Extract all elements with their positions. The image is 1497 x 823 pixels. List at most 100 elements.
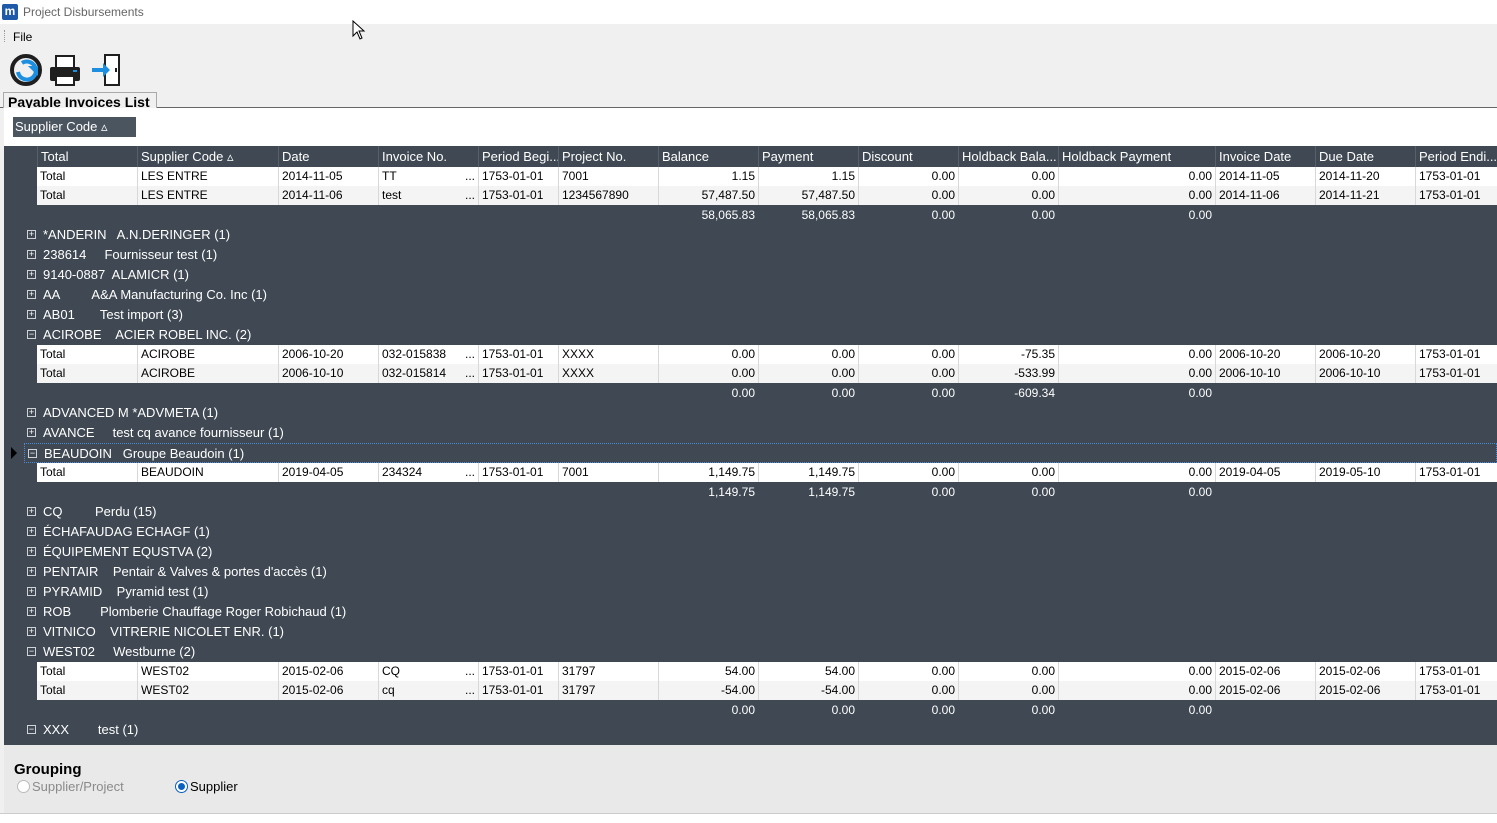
group-by-panel: Supplier Code ▵: [4, 108, 1497, 146]
expand-icon[interactable]: +: [27, 507, 36, 516]
group-by-supplier-code-chip[interactable]: Supplier Code ▵: [13, 117, 136, 137]
group-row[interactable]: + ADVANCED M *ADVMETA (1): [24, 403, 1497, 423]
cell-date: 2015-02-06: [278, 681, 378, 700]
expand-icon[interactable]: +: [27, 547, 36, 556]
column-header-discount[interactable]: Discount: [858, 146, 958, 167]
cell-due-date: 2015-02-06: [1315, 662, 1415, 681]
collapse-icon[interactable]: −: [27, 330, 36, 339]
collapse-icon[interactable]: −: [27, 725, 36, 734]
cell-payment: 0.00: [758, 364, 858, 383]
column-header-holdback-payment[interactable]: Holdback Payment: [1058, 146, 1215, 167]
column-header-invoice-date[interactable]: Invoice Date: [1215, 146, 1315, 167]
cell-holdback-payment: 0.00: [1058, 364, 1215, 383]
column-header-payment[interactable]: Payment: [758, 146, 858, 167]
group-row[interactable]: + PENTAIR Pentair & Valves & portes d'acc…: [24, 562, 1497, 582]
column-header-total[interactable]: Total: [37, 146, 137, 167]
cell-invoice-date: 2015-02-06: [1215, 681, 1315, 700]
group-row[interactable]: + PYRAMID Pyramid test (1): [24, 582, 1497, 602]
grouping-panel: Grouping Supplier/Project Supplier: [4, 745, 1497, 813]
invoice-lookup-button[interactable]: ...: [465, 364, 475, 383]
invoice-lookup-button[interactable]: ...: [465, 345, 475, 364]
group-row[interactable]: − WEST02 Westburne (2): [24, 642, 1497, 662]
table-row[interactable]: Total LES ENTRE 2014-11-06 test... 1753-01-0…: [37, 186, 1497, 205]
column-header-project-no[interactable]: Project No.: [558, 146, 658, 167]
group-row[interactable]: + VITNICO VITRERIE NICOLET ENR. (1): [24, 622, 1497, 642]
expand-icon[interactable]: +: [27, 250, 36, 259]
collapse-icon[interactable]: −: [28, 449, 37, 458]
column-header-holdback-bala[interactable]: Holdback Bala...: [958, 146, 1058, 167]
column-header-date[interactable]: Date: [278, 146, 378, 167]
group-row[interactable]: + *ANDERIN A.N.DERINGER (1): [24, 225, 1497, 245]
group-label: ADVANCED M *ADVMETA (1): [43, 405, 219, 420]
expand-icon[interactable]: +: [27, 428, 36, 437]
cell-discount: 0.00: [858, 463, 958, 482]
cell-period-begi: 1753-01-01: [478, 681, 558, 700]
radio-supplier-circle: [175, 780, 188, 793]
column-header-period-endi[interactable]: Period Endi...: [1415, 146, 1497, 167]
menu-file[interactable]: File: [13, 30, 32, 44]
refresh-button[interactable]: [8, 52, 46, 90]
group-row[interactable]: + ROB Plomberie Chauffage Roger Robichaud…: [24, 602, 1497, 622]
group-row[interactable]: − BEAUDOIN Groupe Beaudoin (1): [24, 443, 1497, 463]
expand-icon[interactable]: +: [27, 567, 36, 576]
sum-holdback-payment: 0.00: [1188, 386, 1212, 400]
group-row[interactable]: + AVANCE test cq avance fournisseur (1): [24, 423, 1497, 443]
column-header-period-begi[interactable]: Period Begi...: [478, 146, 558, 167]
cell-period-endi: 1753-01-01: [1415, 364, 1497, 383]
expand-icon[interactable]: +: [27, 310, 36, 319]
exit-button[interactable]: [89, 52, 127, 90]
radio-supplier-project-label: Supplier/Project: [32, 779, 124, 794]
column-header-due-date[interactable]: Due Date: [1315, 146, 1415, 167]
table-row[interactable]: Total LES ENTRE 2014-11-05 TT... 1753-01-01 7…: [37, 167, 1497, 186]
cell-total: Total: [40, 366, 66, 380]
group-label: *ANDERIN A.N.DERINGER (1): [43, 227, 231, 242]
column-header-supplier-code[interactable]: Supplier Code ▵: [137, 146, 278, 167]
group-row[interactable]: − XXX test (1): [24, 720, 1497, 740]
sum-discount: 0.00: [931, 703, 955, 717]
expand-icon[interactable]: +: [27, 527, 36, 536]
invoice-lookup-button[interactable]: ...: [465, 662, 475, 681]
expand-icon[interactable]: +: [27, 230, 36, 239]
cell-period-endi: 1753-01-01: [1415, 681, 1497, 700]
group-row[interactable]: + CQ Perdu (15): [24, 502, 1497, 522]
group-row[interactable]: − ACIROBE ACIER ROBEL INC. (2): [24, 325, 1497, 345]
group-row[interactable]: +9140-0887 ALAMICR (1): [24, 265, 1497, 285]
table-row[interactable]: Total ACIROBE 2006-10-20 032-015838... 1753-…: [37, 345, 1497, 364]
cell-due-date: 2014-11-21: [1315, 186, 1415, 205]
group-label: XXX test (1): [43, 722, 139, 737]
table-row[interactable]: Total WEST02 2015-02-06 CQ... 1753-01-01 3179…: [37, 662, 1497, 681]
invoice-lookup-button[interactable]: ...: [465, 186, 475, 205]
group-row[interactable]: + AB01 Test import (3): [24, 305, 1497, 325]
column-header-invoice-no[interactable]: Invoice No.: [378, 146, 478, 167]
expand-icon[interactable]: +: [27, 587, 36, 596]
cell-payment: -54.00: [758, 681, 858, 700]
expand-icon[interactable]: +: [27, 408, 36, 417]
group-row[interactable]: +238614 Fournisseur test (1): [24, 245, 1497, 265]
cell-project-no: 31797: [558, 681, 658, 700]
sum-discount: 0.00: [931, 386, 955, 400]
group-row[interactable]: + ÉQUIPEMENT EQUSTVA (2): [24, 542, 1497, 562]
table-row[interactable]: Total ACIROBE 2006-10-10 032-015814... 1753-…: [37, 364, 1497, 383]
print-button[interactable]: [47, 52, 85, 90]
group-row[interactable]: + AA A&A Manufacturing Co. Inc (1): [24, 285, 1497, 305]
expand-icon[interactable]: +: [27, 607, 36, 616]
cell-supplier-code: ACIROBE: [137, 345, 278, 364]
table-row[interactable]: Total BEAUDOIN 2019-04-05 234324... 1753-01-…: [37, 463, 1497, 482]
tab-payable-invoices-list[interactable]: Payable Invoices List: [3, 92, 157, 108]
expand-icon[interactable]: +: [27, 270, 36, 279]
group-row[interactable]: + ÉCHAFAUDAG ECHAGF (1): [24, 522, 1497, 542]
expand-icon[interactable]: +: [27, 627, 36, 636]
expand-icon[interactable]: +: [27, 290, 36, 299]
collapse-icon[interactable]: −: [27, 647, 36, 656]
table-row[interactable]: Total WEST02 2015-02-06 cq... 1753-01-01 3179…: [37, 681, 1497, 700]
cell-due-date: 2015-02-06: [1315, 681, 1415, 700]
cell-discount: 0.00: [858, 662, 958, 681]
sum-holdback-payment: 0.00: [1188, 208, 1212, 222]
column-header-balance[interactable]: Balance: [658, 146, 758, 167]
cell-period-endi: 1753-01-01: [1415, 186, 1497, 205]
invoice-lookup-button[interactable]: ...: [465, 681, 475, 700]
invoice-lookup-button[interactable]: ...: [465, 167, 475, 186]
cell-period-begi: 1753-01-01: [478, 463, 558, 482]
sum-payment: 58,065.83: [801, 208, 855, 222]
invoice-lookup-button[interactable]: ...: [465, 463, 475, 482]
